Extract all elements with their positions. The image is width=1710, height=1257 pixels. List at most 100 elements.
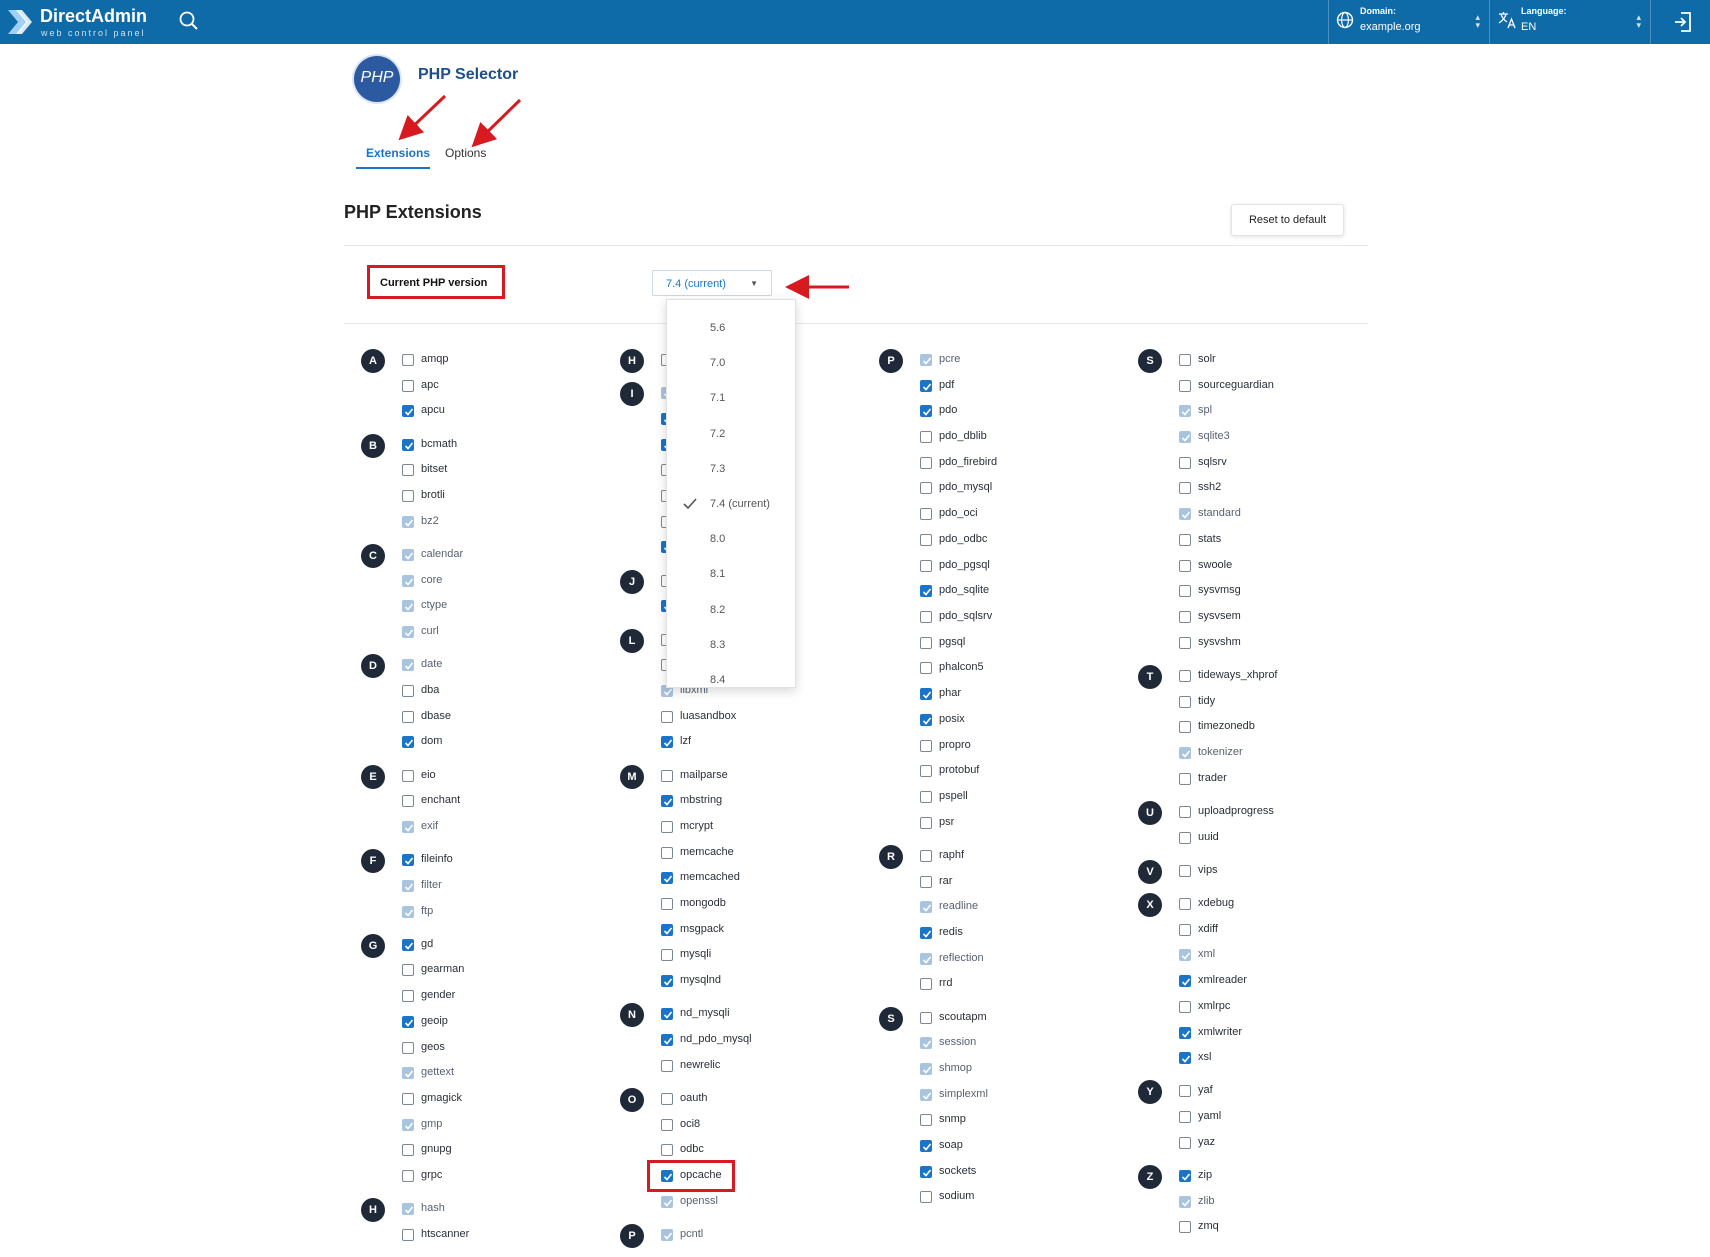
checkbox-box[interactable] <box>1179 1052 1191 1064</box>
checkbox-box[interactable] <box>402 1170 414 1182</box>
checkbox-box[interactable] <box>920 688 932 700</box>
checkbox-box[interactable] <box>1179 380 1191 392</box>
checkbox-box[interactable] <box>1179 832 1191 844</box>
reset-to-default-button[interactable]: Reset to default <box>1231 204 1344 236</box>
checkbox-box[interactable] <box>920 585 932 597</box>
checkbox-box[interactable] <box>402 964 414 976</box>
checkbox-box[interactable] <box>920 1012 932 1024</box>
domain-selector[interactable]: Domain: example.org ▴ ▾ <box>1328 0 1488 44</box>
checkbox-box[interactable] <box>920 405 932 417</box>
checkbox-box[interactable] <box>402 1042 414 1054</box>
checkbox-box[interactable] <box>402 854 414 866</box>
checkbox-box[interactable] <box>1179 1085 1191 1097</box>
checkbox-box[interactable] <box>402 685 414 697</box>
checkbox-box[interactable] <box>1179 1221 1191 1233</box>
checkbox-box[interactable] <box>1179 1137 1191 1149</box>
php-version-select[interactable]: 7.4 (current) ▼ <box>652 270 772 296</box>
checkbox-box[interactable] <box>402 405 414 417</box>
checkbox-box[interactable] <box>920 534 932 546</box>
checkbox-box[interactable] <box>1179 534 1191 546</box>
checkbox-box[interactable] <box>1179 865 1191 877</box>
checkbox-box[interactable] <box>1179 354 1191 366</box>
language-selector[interactable]: Language: EN ▴ ▾ <box>1489 0 1649 44</box>
version-option[interactable]: 7.2 <box>667 418 795 448</box>
checkbox-box[interactable] <box>1179 806 1191 818</box>
version-option[interactable]: 7.4 (current) <box>667 488 795 518</box>
checkbox-box[interactable] <box>920 876 932 888</box>
checkbox-box[interactable] <box>661 847 673 859</box>
version-option[interactable]: 5.6 <box>667 312 795 342</box>
checkbox-box[interactable] <box>661 795 673 807</box>
checkbox-box[interactable] <box>1179 1111 1191 1123</box>
checkbox-box[interactable] <box>920 765 932 777</box>
checkbox-box[interactable] <box>1179 1170 1191 1182</box>
checkbox-box[interactable] <box>661 872 673 884</box>
checkbox-box[interactable] <box>920 1114 932 1126</box>
checkbox-box[interactable] <box>920 662 932 674</box>
checkbox-box[interactable] <box>920 508 932 520</box>
checkbox-box[interactable] <box>920 791 932 803</box>
version-option[interactable]: 8.3 <box>667 629 795 659</box>
version-option[interactable]: 8.2 <box>667 594 795 624</box>
checkbox-box[interactable] <box>661 1093 673 1105</box>
checkbox-box[interactable] <box>920 457 932 469</box>
checkbox-box[interactable] <box>920 560 932 572</box>
checkbox-box[interactable] <box>920 482 932 494</box>
checkbox-box[interactable] <box>402 464 414 476</box>
version-option[interactable]: 7.1 <box>667 382 795 412</box>
checkbox-box[interactable] <box>1179 924 1191 936</box>
checkbox-box[interactable] <box>920 927 932 939</box>
checkbox-box[interactable] <box>1179 721 1191 733</box>
checkbox-box[interactable] <box>661 821 673 833</box>
tab-extensions[interactable]: Extensions <box>366 146 430 160</box>
checkbox-box[interactable] <box>920 850 932 862</box>
checkbox-box[interactable] <box>661 1144 673 1156</box>
checkbox-box[interactable] <box>1179 457 1191 469</box>
logout-icon[interactable] <box>1672 11 1696 33</box>
checkbox-box[interactable] <box>1179 637 1191 649</box>
checkbox-box[interactable] <box>920 714 932 726</box>
checkbox-box[interactable] <box>402 795 414 807</box>
checkbox-box[interactable] <box>920 1140 932 1152</box>
checkbox-box[interactable] <box>402 770 414 782</box>
checkbox-box[interactable] <box>402 1016 414 1028</box>
checkbox-box[interactable] <box>402 990 414 1002</box>
checkbox-box[interactable] <box>920 380 932 392</box>
checkbox-box[interactable] <box>1179 585 1191 597</box>
checkbox-box[interactable] <box>661 949 673 961</box>
tab-options[interactable]: Options <box>445 146 486 160</box>
checkbox-box[interactable] <box>1179 975 1191 987</box>
checkbox-box[interactable] <box>402 1229 414 1241</box>
checkbox-box[interactable] <box>661 736 673 748</box>
checkbox-box[interactable] <box>661 711 673 723</box>
checkbox-box[interactable] <box>661 898 673 910</box>
checkbox-box[interactable] <box>661 1034 673 1046</box>
checkbox-box[interactable] <box>402 490 414 502</box>
checkbox-box[interactable] <box>661 1060 673 1072</box>
checkbox-box[interactable] <box>661 1119 673 1131</box>
checkbox-box[interactable] <box>1179 696 1191 708</box>
checkbox-box[interactable] <box>1179 560 1191 572</box>
checkbox-box[interactable] <box>1179 670 1191 682</box>
checkbox-box[interactable] <box>402 1144 414 1156</box>
checkbox-box[interactable] <box>1179 1001 1191 1013</box>
checkbox-box[interactable] <box>661 1008 673 1020</box>
version-option[interactable]: 8.4 <box>667 664 795 694</box>
checkbox-box[interactable] <box>920 611 932 623</box>
checkbox-box[interactable] <box>1179 898 1191 910</box>
checkbox-box[interactable] <box>402 380 414 392</box>
checkbox-box[interactable] <box>920 1191 932 1203</box>
checkbox-box[interactable] <box>920 431 932 443</box>
search-icon[interactable] <box>178 10 200 32</box>
checkbox-box[interactable] <box>920 817 932 829</box>
version-option[interactable]: 7.3 <box>667 453 795 483</box>
checkbox-box[interactable] <box>661 975 673 987</box>
directadmin-logo[interactable]: DirectAdmin web control panel <box>6 5 166 39</box>
checkbox-box[interactable] <box>402 711 414 723</box>
checkbox-box[interactable] <box>1179 611 1191 623</box>
checkbox-box[interactable] <box>402 1093 414 1105</box>
checkbox-box[interactable] <box>402 736 414 748</box>
checkbox-box[interactable] <box>1179 773 1191 785</box>
version-option[interactable]: 8.0 <box>667 523 795 553</box>
checkbox-box[interactable] <box>661 924 673 936</box>
